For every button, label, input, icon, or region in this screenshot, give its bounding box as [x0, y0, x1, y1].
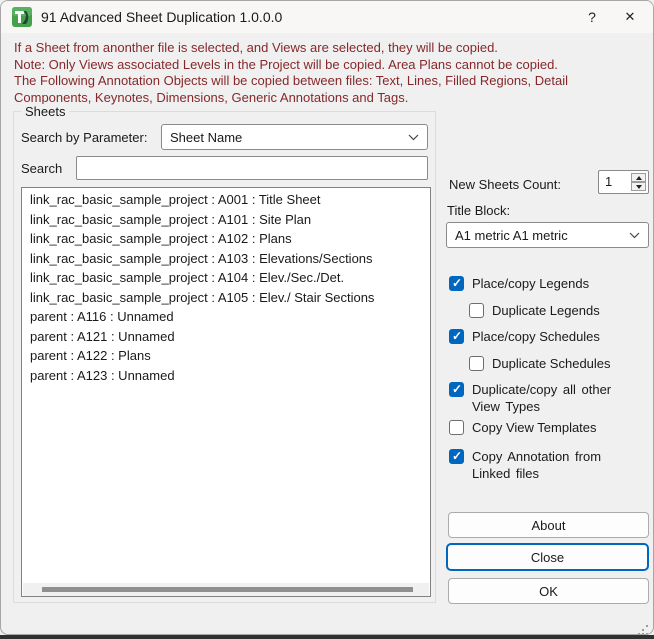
triangle-up-icon — [635, 175, 642, 180]
checkbox-duplicate-copy-all-other-view-types[interactable]: Duplicate/copy all other View Types — [449, 382, 640, 415]
search-parameter-selected-value: Sheet Name — [170, 129, 243, 145]
new-sheets-count-label: New Sheets Count: — [449, 177, 562, 192]
dialog-window: 91 Advanced Sheet Duplication 1.0.0.0 ? … — [0, 0, 654, 635]
checkbox-label: Duplicate Legends — [492, 303, 600, 318]
title-block-label: Title Block: — [447, 203, 511, 218]
checkbox-place-copy-legends[interactable]: Place/copy Legends — [449, 276, 589, 292]
new-sheets-count-stepper[interactable]: 1 — [598, 170, 649, 194]
checkbox-label: Duplicate Schedules — [492, 356, 611, 371]
list-item[interactable]: link_rac_basic_sample_project : A104 : E… — [22, 268, 430, 288]
title-block-dropdown[interactable]: A1 metric A1 metric — [446, 222, 649, 248]
screen-bottom-edge — [0, 635, 654, 639]
list-item[interactable]: parent : A122 : Plans — [22, 346, 430, 366]
list-item[interactable]: link_rac_basic_sample_project : A102 : P… — [22, 229, 430, 249]
checkbox-label: Place/copy Legends — [472, 276, 590, 291]
list-item[interactable]: parent : A123 : Unnamed — [22, 366, 430, 386]
checkbox-copy-view-templates[interactable]: Copy View Templates — [449, 420, 597, 436]
app-logo-icon — [12, 7, 32, 27]
list-item[interactable]: link_rac_basic_sample_project : A101 : S… — [22, 210, 430, 230]
stepper-up-button[interactable] — [631, 173, 646, 182]
checkbox-box[interactable] — [449, 329, 464, 344]
sheet-listbox[interactable]: link_rac_basic_sample_project : A001 : T… — [21, 187, 431, 597]
warning-line-3: The Following Annotation Objects will be… — [14, 73, 569, 105]
about-button[interactable]: About — [448, 512, 649, 538]
search-label: Search — [21, 161, 63, 176]
triangle-down-icon — [635, 184, 642, 189]
checkbox-copy-annotation-from-linked-files[interactable]: Copy Annotation from Linked files — [449, 449, 640, 482]
checkbox-place-copy-schedules[interactable]: Place/copy Schedules — [449, 329, 600, 345]
chevron-down-icon — [408, 134, 419, 141]
resize-grip[interactable] — [646, 625, 648, 627]
search-by-parameter-label: Search by Parameter: — [21, 130, 148, 145]
horizontal-scrollbar-thumb[interactable] — [42, 587, 413, 592]
list-item[interactable]: link_rac_basic_sample_project : A103 : E… — [22, 249, 430, 269]
warning-line-2: Note: Only Views associated Levels in th… — [14, 56, 558, 72]
checkbox-label: Copy View Templates — [472, 420, 597, 435]
checkbox-duplicate-schedules[interactable]: Duplicate Schedules — [469, 356, 611, 372]
checkbox-box[interactable] — [449, 382, 464, 397]
checkbox-box[interactable] — [449, 276, 464, 291]
list-item[interactable]: parent : A116 : Unnamed — [22, 307, 430, 327]
list-item[interactable]: parent : A121 : Unnamed — [22, 327, 430, 347]
warning-line-1: If a Sheet from anonther file is selecte… — [14, 40, 498, 55]
checkbox-duplicate-legends[interactable]: Duplicate Legends — [469, 303, 600, 319]
title-bar[interactable]: 91 Advanced Sheet Duplication 1.0.0.0 ? … — [1, 1, 653, 33]
checkbox-box[interactable] — [449, 449, 464, 464]
warning-text: If a Sheet from anonther file is selecte… — [14, 40, 648, 106]
search-parameter-dropdown[interactable]: Sheet Name — [161, 124, 428, 150]
help-button[interactable]: ? — [573, 1, 611, 33]
list-item[interactable]: link_rac_basic_sample_project : A001 : T… — [22, 190, 430, 210]
checkbox-label: Place/copy Schedules — [472, 329, 600, 344]
search-input[interactable] — [76, 156, 428, 180]
checkbox-box[interactable] — [449, 420, 464, 435]
window-title: 91 Advanced Sheet Duplication 1.0.0.0 — [41, 9, 283, 25]
checkbox-label: Duplicate/copy all other View Types — [472, 382, 612, 414]
desktop-background: 91 Advanced Sheet Duplication 1.0.0.0 ? … — [0, 0, 654, 639]
sheets-groupbox-label: Sheets — [21, 104, 70, 119]
close-window-button[interactable]: ✕ — [611, 1, 649, 33]
checkbox-label: Copy Annotation from Linked files — [472, 449, 602, 481]
new-sheets-count-value: 1 — [605, 174, 613, 189]
close-button[interactable]: Close — [446, 543, 649, 571]
sheet-list: link_rac_basic_sample_project : A001 : T… — [22, 190, 430, 385]
title-block-selected-value: A1 metric A1 metric — [455, 227, 568, 243]
stepper-down-button[interactable] — [631, 182, 646, 191]
checkbox-box[interactable] — [469, 303, 484, 318]
checkbox-box[interactable] — [469, 356, 484, 371]
ok-button[interactable]: OK — [448, 578, 649, 604]
chevron-down-icon — [629, 232, 640, 239]
horizontal-scrollbar[interactable] — [23, 583, 429, 596]
list-item[interactable]: link_rac_basic_sample_project : A105 : E… — [22, 288, 430, 308]
